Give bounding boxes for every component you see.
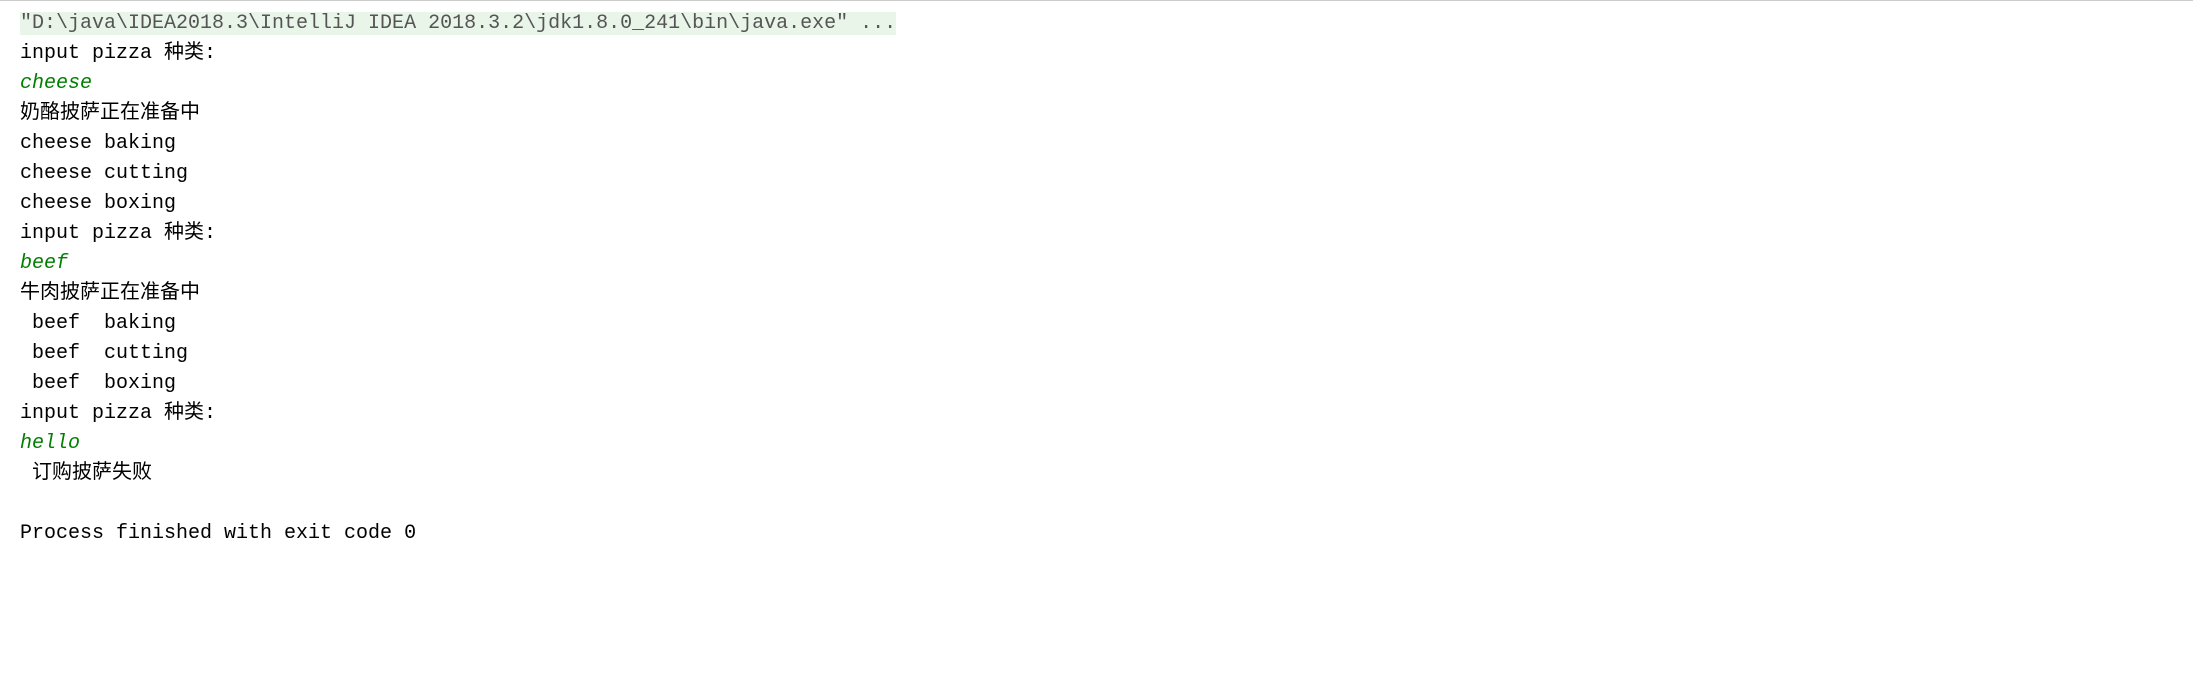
output-line: cheese cutting <box>20 162 188 185</box>
output-line: cheese baking <box>20 132 176 155</box>
output-line: beef boxing <box>20 372 176 395</box>
process-exit-line: Process finished with exit code 0 <box>20 522 416 545</box>
console-output-panel[interactable]: "D:\java\IDEA2018.3\IntelliJ IDEA 2018.3… <box>20 9 2173 549</box>
output-line: beef baking <box>20 312 176 335</box>
output-line: 订购披萨失败 <box>20 462 152 485</box>
output-line: 奶酪披萨正在准备中 <box>20 102 200 125</box>
user-input-line: beef <box>20 252 68 275</box>
output-line: 牛肉披萨正在准备中 <box>20 282 200 305</box>
output-line: input pizza 种类: <box>20 222 216 245</box>
user-input-line: hello <box>20 432 80 455</box>
command-line: "D:\java\IDEA2018.3\IntelliJ IDEA 2018.3… <box>20 12 896 35</box>
user-input-line: cheese <box>20 72 92 95</box>
output-line: beef cutting <box>20 342 188 365</box>
output-line: input pizza 种类: <box>20 42 216 65</box>
output-line: cheese boxing <box>20 192 176 215</box>
output-line: input pizza 种类: <box>20 402 216 425</box>
